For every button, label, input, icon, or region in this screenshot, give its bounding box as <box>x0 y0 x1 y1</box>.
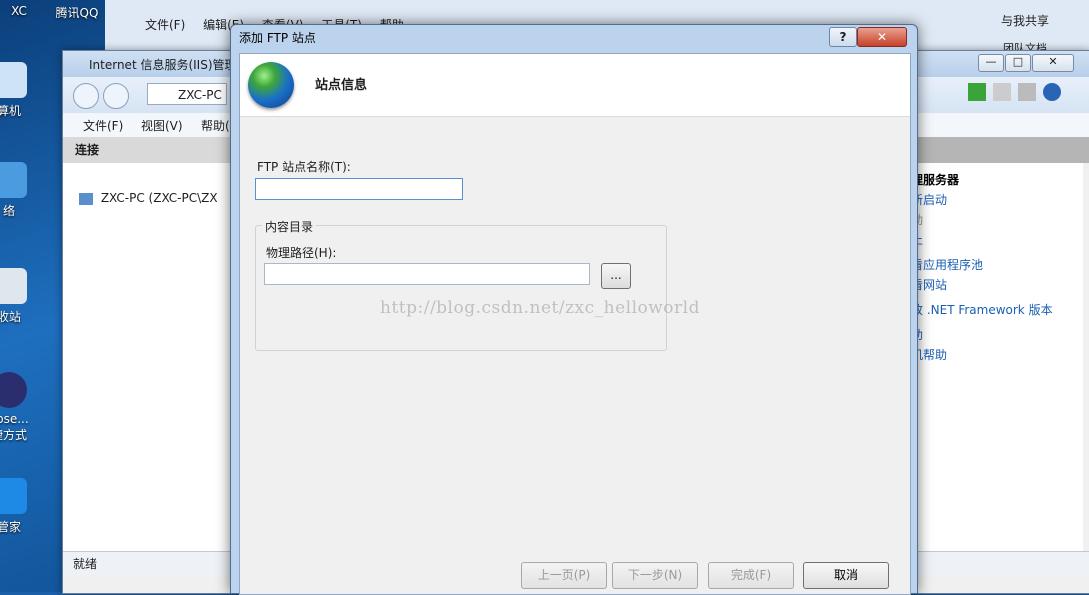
connections-header: 连接 <box>63 137 233 163</box>
desktop-icon-qq[interactable]: 腾讯QQ <box>48 4 106 21</box>
recycle-bin-icon <box>0 268 27 304</box>
desktop-icon-computer[interactable]: 算机 <box>0 62 38 119</box>
stop-icon[interactable] <box>993 83 1011 101</box>
iis-window-title: Internet 信息服务(IIS)管理 <box>89 58 237 72</box>
action-view-app-pools[interactable]: 看应用程序池 <box>911 256 983 273</box>
desktop-icon-recycle-bin[interactable]: 收站 <box>0 268 38 325</box>
finish-button[interactable]: 完成(F) <box>708 562 794 589</box>
iis-menu-file[interactable]: 文件(F) <box>83 117 123 134</box>
actions-section-title: 理服务器 <box>911 173 960 187</box>
add-ftp-site-dialog: 添加 FTP 站点 ? ✕ 站点信息 FTP 站点名称(T): 内容目录 物理路… <box>230 24 918 595</box>
dialog-title: 添加 FTP 站点 <box>239 31 316 45</box>
actions-header <box>911 137 1089 163</box>
content-directory-label: 内容目录 <box>262 218 317 235</box>
desktop-icon-xc[interactable]: XC <box>0 4 48 18</box>
shield-icon <box>0 478 27 514</box>
desktop-icon-eclipse[interactable]: lipse... 捷方式 <box>0 372 38 443</box>
iis-menu-help[interactable]: 帮助( <box>201 117 230 134</box>
connections-tree: ZXC-PC (ZXC-PC\ZX <box>63 163 234 551</box>
prev-button[interactable]: 上一页(P) <box>521 562 607 589</box>
help-icon[interactable] <box>1043 83 1061 101</box>
actions-pane: 理服务器 新启动 动 止 看应用程序池 看网站 改 .NET Framework… <box>911 163 1083 551</box>
server-icon <box>79 192 93 205</box>
home-icon[interactable] <box>1018 83 1036 101</box>
forward-arrow-icon[interactable] <box>103 83 129 109</box>
site-name-label: FTP 站点名称(T): <box>257 160 351 174</box>
browse-button[interactable]: ... <box>601 263 631 289</box>
computer-icon <box>0 62 27 98</box>
next-button[interactable]: 下一步(N) <box>612 562 698 589</box>
explorer-menu-file[interactable]: 文件(F) <box>145 18 185 32</box>
desktop-icon-network[interactable]: 络 <box>0 162 38 219</box>
physical-path-input[interactable] <box>264 263 590 285</box>
back-arrow-icon[interactable] <box>73 83 99 109</box>
maximize-button[interactable]: □ <box>1005 54 1031 72</box>
address-input[interactable]: ZXC-PC <box>147 83 227 105</box>
tree-node-server[interactable]: ZXC-PC (ZXC-PC\ZX <box>79 191 218 205</box>
page-title: 站点信息 <box>315 78 368 93</box>
iis-menu-view[interactable]: 视图(V) <box>141 117 183 134</box>
globe-icon <box>248 62 294 108</box>
action-change-dotnet-version[interactable]: 改 .NET Framework 版本 <box>911 301 1053 318</box>
physical-path-label: 物理路径(H): <box>266 246 337 260</box>
site-name-input[interactable] <box>255 178 463 200</box>
desktop-icon-guard[interactable]: 管家 <box>0 478 38 535</box>
dialog-body: 站点信息 FTP 站点名称(T): 内容目录 物理路径(H): ... http… <box>239 53 911 595</box>
close-button[interactable]: ✕ <box>1032 54 1074 72</box>
network-icon <box>0 162 27 198</box>
eclipse-icon <box>0 372 27 408</box>
dialog-help-button[interactable]: ? <box>829 27 857 47</box>
dialog-header: 站点信息 <box>240 54 910 117</box>
share-link[interactable]: 与我共享 <box>1001 12 1049 29</box>
minimize-button[interactable]: — <box>978 54 1004 72</box>
cancel-button[interactable]: 取消 <box>803 562 889 589</box>
dialog-close-button[interactable]: ✕ <box>857 27 907 47</box>
refresh-icon[interactable] <box>968 83 986 101</box>
watermark-text: http://blog.csdn.net/zxc_helloworld <box>380 298 700 318</box>
